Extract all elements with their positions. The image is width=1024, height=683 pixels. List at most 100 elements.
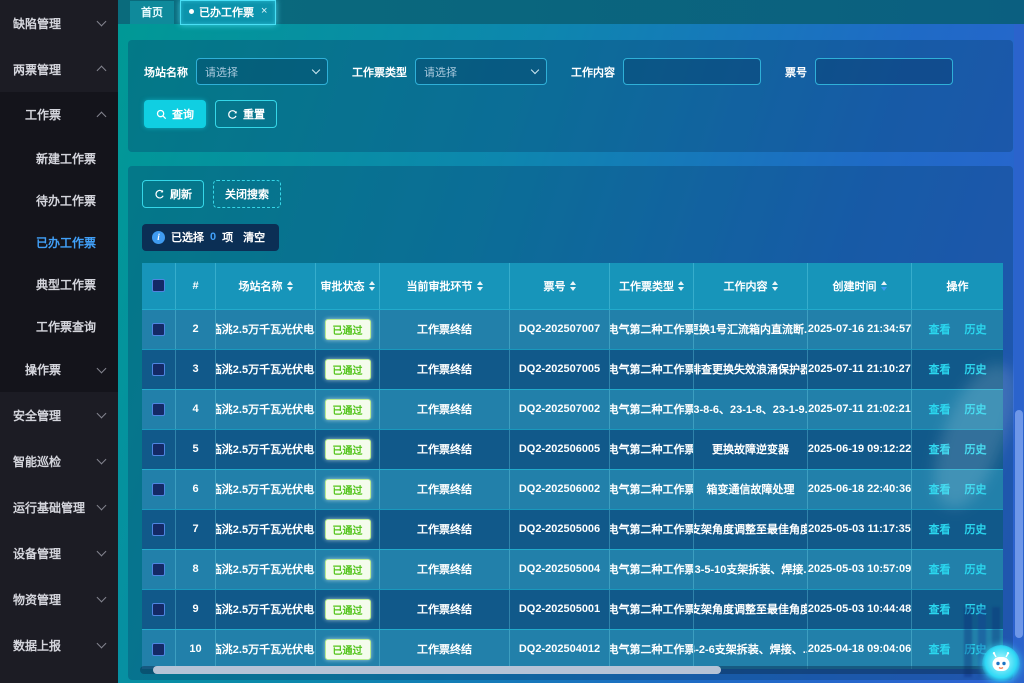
sidebar-item-data-report[interactable]: 数据上报 [0,622,118,668]
header-ticket-type[interactable]: 工作票类型 [610,263,694,309]
row-checkbox[interactable] [152,443,165,456]
sidebar-item-typical-work-ticket[interactable]: 典型工作票 [0,263,118,305]
view-link[interactable]: 查看 [929,361,951,377]
approval-status-badge: 已通过 [325,559,371,580]
sidebar-item-smart-inspection[interactable]: 智能巡检 [0,438,118,484]
sidebar-item-label: 智能巡检 [13,453,61,470]
row-checkbox[interactable] [152,643,165,656]
approval-status-badge: 已通过 [325,439,371,460]
row-checkbox[interactable] [152,323,165,336]
station-name-cell: 临洮2.5万千瓦光伏电.. [216,350,316,389]
ticket-number-input[interactable] [815,58,953,85]
sidebar-item-equipment-mgmt[interactable]: 设备管理 [0,530,118,576]
row-checkbox[interactable] [152,403,165,416]
sidebar-item-safety-mgmt[interactable]: 安全管理 [0,392,118,438]
ticket-type-select[interactable]: 请选择 [415,58,547,85]
view-link[interactable]: 查看 [929,561,951,577]
work-content-label: 工作内容 [571,64,615,80]
ticket-type-cell: 电气第二种工作票 [610,470,694,509]
header-approval-status[interactable]: 审批状态 [316,263,380,309]
header-index: # [176,263,216,309]
sidebar-item-label: 待办工作票 [36,192,96,209]
query-button[interactable]: 查询 [144,100,206,128]
view-link[interactable]: 查看 [929,321,951,337]
ticket-number-label: 票号 [785,64,807,80]
station-name-select[interactable]: 请选择 [196,58,328,85]
clear-selection-button[interactable]: 清空 [243,229,265,245]
table-row[interactable]: 10 临洮2.5万千瓦光伏电.. 已通过 工作票终结 DQ2-202504012… [142,629,1003,669]
work-content-input[interactable] [623,58,761,85]
table-row[interactable]: 8 临洮2.5万千瓦光伏电.. 已通过 工作票终结 DQ2-202505004 … [142,549,1003,589]
info-icon: i [152,231,165,244]
view-link[interactable]: 查看 [929,641,951,657]
select-all-checkbox[interactable] [152,279,165,292]
header-station-name[interactable]: 场站名称 [216,263,316,309]
sidebar-item-new-work-ticket[interactable]: 新建工作票 [0,137,118,179]
vertical-scrollbar-thumb[interactable] [1015,410,1023,638]
sidebar-item-defect-mgmt[interactable]: 缺陷管理 [0,0,118,46]
sidebar-item-operation-base-mgmt[interactable]: 运行基础管理 [0,484,118,530]
created-time-cell: 2025-07-16 21:34:57 [808,310,912,349]
assistant-robot-button[interactable] [982,645,1020,683]
header-approval-step[interactable]: 当前审批环节 [380,263,510,309]
tab-home[interactable]: 首页 [130,1,174,24]
history-link[interactable]: 历史 [965,601,987,617]
view-link[interactable]: 查看 [929,481,951,497]
history-link[interactable]: 历史 [965,481,987,497]
row-index: 10 [176,630,216,669]
chevron-down-icon [97,593,107,603]
horizontal-scrollbar-thumb[interactable] [153,666,721,674]
table-row[interactable]: 6 临洮2.5万千瓦光伏电.. 已通过 工作票终结 DQ2-202506002 … [142,469,1003,509]
header-actions: 操作 [912,263,1003,309]
sidebar-item-material-mgmt[interactable]: 物资管理 [0,576,118,622]
station-name-cell: 临洮2.5万千瓦光伏电.. [216,310,316,349]
work-content-cell: 箱变通信故障处理 [694,470,808,509]
table-row[interactable]: 3 临洮2.5万千瓦光伏电.. 已通过 工作票终结 DQ2-202507005 … [142,349,1003,389]
row-checkbox[interactable] [152,363,165,376]
sidebar-item-work-ticket[interactable]: 工作票 [0,92,118,137]
history-link[interactable]: 历史 [965,441,987,457]
sidebar-item-done-work-ticket[interactable]: 已办工作票 [0,221,118,263]
sidebar-item-pending-work-ticket[interactable]: 待办工作票 [0,179,118,221]
history-link[interactable]: 历史 [965,521,987,537]
table-row[interactable]: 4 临洮2.5万千瓦光伏电.. 已通过 工作票终结 DQ2-202507002 … [142,389,1003,429]
reset-button[interactable]: 重置 [215,100,277,128]
ticket-number-cell: DQ2-202507002 [510,390,610,429]
history-link[interactable]: 历史 [965,561,987,577]
tab-done-work-ticket[interactable]: 已办工作票 × [180,0,276,25]
view-link[interactable]: 查看 [929,601,951,617]
header-ticket-number[interactable]: 票号 [510,263,610,309]
view-link[interactable]: 查看 [929,401,951,417]
row-checkbox[interactable] [152,563,165,576]
query-button-label: 查询 [172,106,194,122]
content-area: 场站名称 请选择 工作票类型 请选择 工作内 [118,24,1024,683]
chevron-up-icon [97,66,107,76]
station-name-cell: 临洮2.5万千瓦光伏电.. [216,590,316,629]
table-row[interactable]: 9 临洮2.5万千瓦光伏电.. 已通过 工作票终结 DQ2-202505001 … [142,589,1003,629]
row-index: 5 [176,430,216,469]
sidebar-item-two-ticket-mgmt[interactable]: 两票管理 [0,46,118,92]
history-link[interactable]: 历史 [965,361,987,377]
sidebar-item-operation-ticket[interactable]: 操作票 [0,347,118,392]
row-checkbox[interactable] [152,523,165,536]
app-window: 缺陷管理 两票管理 工作票 新建工作票 待办工作票 已办工作票 典型工作票 [0,0,1024,683]
sidebar-item-label: 操作票 [25,361,61,378]
table-row[interactable]: 2 临洮2.5万千瓦光伏电.. 已通过 工作票终结 DQ2-202507007 … [142,309,1003,349]
header-work-content[interactable]: 工作内容 [694,263,808,309]
row-checkbox[interactable] [152,483,165,496]
history-link[interactable]: 历史 [965,321,987,337]
close-search-button[interactable]: 关闭搜索 [213,180,281,208]
row-index: 6 [176,470,216,509]
refresh-button[interactable]: 刷新 [142,180,204,208]
view-link[interactable]: 查看 [929,521,951,537]
tab-close-icon[interactable]: × [261,6,267,17]
row-checkbox[interactable] [152,603,165,616]
sidebar-item-label: 安全管理 [13,407,61,424]
table-row[interactable]: 7 临洮2.5万千瓦光伏电.. 已通过 工作票终结 DQ2-202505006 … [142,509,1003,549]
table-row[interactable]: 5 临洮2.5万千瓦光伏电.. 已通过 工作票终结 DQ2-202506005 … [142,429,1003,469]
view-link[interactable]: 查看 [929,441,951,457]
sidebar-item-work-ticket-query[interactable]: 工作票查询 [0,305,118,347]
header-created-time[interactable]: 创建时间 [808,263,912,309]
history-link[interactable]: 历史 [965,401,987,417]
chevron-down-icon [97,501,107,511]
